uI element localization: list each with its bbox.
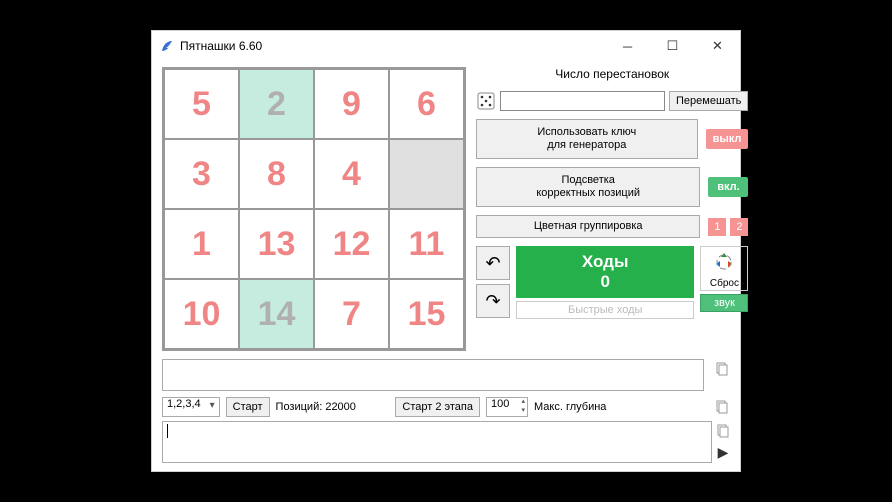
reset-button[interactable]: Сброс <box>700 246 748 291</box>
permutations-input[interactable] <box>500 91 665 111</box>
reset-label: Сброс <box>710 278 739 289</box>
tile-empty <box>389 139 464 209</box>
output-textbox-2[interactable] <box>162 421 712 463</box>
tile-2[interactable]: 2 <box>239 69 314 139</box>
copy-icon-2[interactable] <box>714 399 730 415</box>
recycle-icon <box>701 250 747 277</box>
puzzle-board: 5296 384 1131211 1014715 <box>162 67 466 351</box>
tile-13[interactable]: 13 <box>239 209 314 279</box>
highlight-button[interactable]: Подсветка корректных позиций <box>476 167 700 207</box>
moves-count: 0 <box>520 272 690 292</box>
tile-3[interactable]: 3 <box>164 139 239 209</box>
shuffle-button[interactable]: Перемешать <box>669 91 748 111</box>
redo-button[interactable]: ↷ <box>476 284 510 318</box>
tile-5[interactable]: 5 <box>164 69 239 139</box>
color-group-button[interactable]: Цветная группировка <box>476 215 700 238</box>
tile-11[interactable]: 11 <box>389 209 464 279</box>
mode-select[interactable]: 1,2,3,4 <box>162 397 220 417</box>
tile-12[interactable]: 12 <box>314 209 389 279</box>
copy-icon-3[interactable] <box>715 423 731 439</box>
start-button[interactable]: Старт <box>226 397 270 417</box>
undo-button[interactable]: ↶ <box>476 246 510 280</box>
tile-8[interactable]: 8 <box>239 139 314 209</box>
tile-15[interactable]: 15 <box>389 279 464 349</box>
group-2-badge[interactable]: 2 <box>730 218 748 236</box>
permutations-label: Число перестановок <box>476 67 748 81</box>
output-textbox-1[interactable] <box>162 359 704 391</box>
copy-icon-1[interactable] <box>714 361 730 377</box>
play-button[interactable]: ▶ <box>718 444 729 461</box>
use-key-button[interactable]: Использовать ключ для генератора <box>476 119 698 159</box>
window-title: Пятнашки 6.60 <box>180 39 262 53</box>
moves-label: Ходы <box>520 252 690 272</box>
close-button[interactable]: ✕ <box>695 31 740 61</box>
sound-button[interactable]: звук <box>700 294 748 312</box>
right-panel: Число перестановок Перемешать Использова… <box>476 67 748 351</box>
puzzle-board-wrap: 5296 384 1131211 1014715 <box>162 67 466 351</box>
app-icon <box>160 39 174 53</box>
tile-6[interactable]: 6 <box>389 69 464 139</box>
minimize-button[interactable]: ─ <box>605 31 650 61</box>
key-status-badge[interactable]: выкл <box>706 129 749 149</box>
group-1-badge[interactable]: 1 <box>708 218 726 236</box>
tile-14[interactable]: 14 <box>239 279 314 349</box>
dice-icon <box>476 91 496 111</box>
depth-spinner[interactable]: 100 <box>486 397 528 417</box>
app-window: Пятнашки 6.60 ─ ☐ ✕ 52963841131211101471… <box>151 30 741 472</box>
tile-7[interactable]: 7 <box>314 279 389 349</box>
titlebar: Пятнашки 6.60 ─ ☐ ✕ <box>152 31 740 61</box>
maximize-button[interactable]: ☐ <box>650 31 695 61</box>
bottom-controls: 1,2,3,4 Старт Позиций: 22000 Старт 2 эта… <box>152 391 740 417</box>
highlight-status-badge[interactable]: вкл. <box>708 177 748 197</box>
tile-10[interactable]: 10 <box>164 279 239 349</box>
max-depth-label: Макс. глубина <box>534 401 606 413</box>
moves-counter: Ходы 0 <box>516 246 694 298</box>
tile-9[interactable]: 9 <box>314 69 389 139</box>
fast-moves-button[interactable]: Быстрые ходы <box>516 301 694 319</box>
tile-4[interactable]: 4 <box>314 139 389 209</box>
start-stage2-button[interactable]: Старт 2 этапа <box>395 397 480 417</box>
positions-label: Позиций: 22000 <box>276 401 356 413</box>
tile-1[interactable]: 1 <box>164 209 239 279</box>
